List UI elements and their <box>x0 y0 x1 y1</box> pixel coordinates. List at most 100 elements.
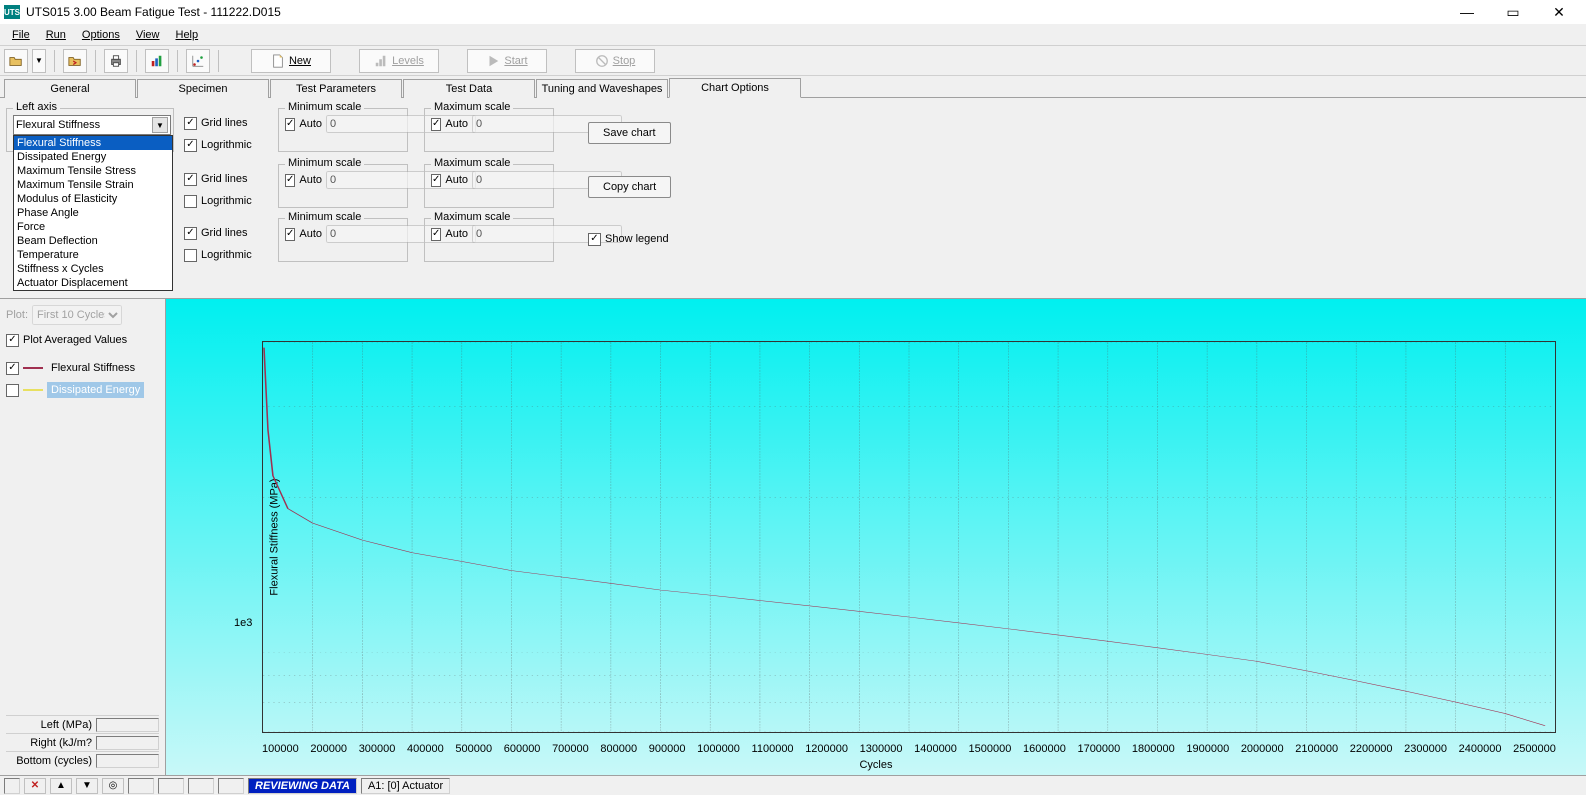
series2-check[interactable] <box>6 384 19 397</box>
max-auto-check-1[interactable]: ✓ <box>431 118 441 131</box>
min-scale-group-2: Minimum scale ✓Auto <box>278 164 408 208</box>
x-tick: 1300000 <box>860 743 903 755</box>
min-auto-check-1[interactable]: ✓ <box>285 118 295 131</box>
status-reviewing: REVIEWING DATA <box>248 778 357 794</box>
tab-general[interactable]: General <box>4 79 136 98</box>
plot-averaged-check[interactable]: ✓ <box>6 334 19 347</box>
tab-specimen[interactable]: Specimen <box>137 79 269 98</box>
x-tick: 2200000 <box>1350 743 1393 755</box>
series1-line-icon <box>23 367 43 369</box>
x-tick: 1000000 <box>697 743 740 755</box>
status-cell-empty5 <box>218 778 244 794</box>
dropdown-arrow-icon: ▼ <box>152 117 168 133</box>
stop-icon <box>595 54 609 68</box>
dropdown-item[interactable]: Actuator Displacement <box>14 276 172 290</box>
left-mpa-value <box>96 718 159 732</box>
dropdown-item[interactable]: Force <box>14 220 172 234</box>
left-axis-legend: Left axis <box>13 101 60 113</box>
show-legend-check[interactable]: ✓ <box>588 233 601 246</box>
menu-help[interactable]: Help <box>168 27 207 43</box>
gridlines-check-2[interactable]: ✓ <box>184 173 197 186</box>
stop-button[interactable]: Stop <box>575 49 655 73</box>
gridlines-check-1[interactable]: ✓ <box>184 117 197 130</box>
dropdown-item[interactable]: Temperature <box>14 248 172 262</box>
plot-averaged-label: Plot Averaged Values <box>23 334 127 346</box>
left-panel: Plot: First 10 Cycles ✓ Plot Averaged Va… <box>0 299 166 775</box>
window-title: UTS015 3.00 Beam Fatigue Test - 111222.D… <box>26 5 1444 19</box>
copy-chart-button[interactable]: Copy chart <box>588 176 671 198</box>
gridlines-check-3[interactable]: ✓ <box>184 227 197 240</box>
dropdown-item[interactable]: Modulus of Elasticity <box>14 192 172 206</box>
series2-label[interactable]: Dissipated Energy <box>47 382 144 398</box>
series1-label[interactable]: Flexural Stiffness <box>47 360 139 376</box>
open-button[interactable] <box>4 49 28 73</box>
status-cell-empty4 <box>188 778 214 794</box>
import-button[interactable] <box>63 49 87 73</box>
dropdown-item[interactable]: Maximum Tensile Strain <box>14 178 172 192</box>
x-tick: 2100000 <box>1295 743 1338 755</box>
tab-test-parameters[interactable]: Test Parameters <box>270 79 402 98</box>
left-axis-dropdown-value: Flexural Stiffness <box>16 119 100 131</box>
menu-options[interactable]: Options <box>74 27 128 43</box>
main-area: Plot: First 10 Cycles ✓ Plot Averaged Va… <box>0 298 1586 775</box>
folder-arrow-icon <box>68 54 82 68</box>
x-tick: 2000000 <box>1241 743 1284 755</box>
menu-file[interactable]: File <box>4 27 38 43</box>
dropdown-item[interactable]: Phase Angle <box>14 206 172 220</box>
logarithmic-check-2[interactable] <box>184 195 197 208</box>
dropdown-item[interactable]: Flexural Stiffness <box>14 136 172 150</box>
logarithmic-check-1[interactable]: ✓ <box>184 139 197 152</box>
close-button[interactable]: ✕ <box>1536 0 1582 24</box>
left-axis-dropdown[interactable]: Flexural Stiffness ▼ Flexural StiffnessD… <box>13 115 171 135</box>
left-axis-group: Left axis Flexural Stiffness ▼ Flexural … <box>6 108 174 152</box>
max-scale-group-3: Maximum scale ✓Auto <box>424 218 554 262</box>
maximize-button[interactable]: ▭ <box>1490 0 1536 24</box>
statusbar: ✕ ▲ ▼ ◎ REVIEWING DATA A1: [0] Actuator <box>0 775 1586 795</box>
menubar: File Run Options View Help <box>0 24 1586 46</box>
dropdown-item[interactable]: Beam Deflection <box>14 234 172 248</box>
menu-run[interactable]: Run <box>38 27 74 43</box>
status-down-icon[interactable]: ▼ <box>76 778 98 794</box>
x-tick: 1500000 <box>969 743 1012 755</box>
series1-check[interactable]: ✓ <box>6 362 19 375</box>
print-button[interactable] <box>104 49 128 73</box>
menu-view[interactable]: View <box>128 27 168 43</box>
chart1-button[interactable] <box>145 49 169 73</box>
dropdown-item[interactable]: Dissipated Energy <box>14 150 172 164</box>
tab-tuning[interactable]: Tuning and Waveshapes <box>536 79 668 98</box>
logarithmic-check-3[interactable] <box>184 249 197 262</box>
status-target-icon[interactable]: ◎ <box>102 778 124 794</box>
x-tick: 1600000 <box>1023 743 1066 755</box>
x-tick: 2500000 <box>1513 743 1556 755</box>
max-auto-check-3[interactable]: ✓ <box>431 228 441 241</box>
x-tick: 600000 <box>504 743 541 755</box>
minimize-button[interactable]: — <box>1444 0 1490 24</box>
min-auto-check-2[interactable]: ✓ <box>285 174 295 187</box>
min-auto-check-3[interactable]: ✓ <box>285 228 295 241</box>
plot-select[interactable]: First 10 Cycles <box>32 305 122 325</box>
x-tick: 700000 <box>552 743 589 755</box>
chart-plot <box>262 341 1556 733</box>
chart-area[interactable]: Flexural Stiffness (MPa) 1e3 10000020000… <box>166 299 1586 775</box>
status-close-icon[interactable]: ✕ <box>24 778 46 794</box>
bottom-cycles-label: Bottom (cycles) <box>6 755 96 767</box>
status-up-icon[interactable]: ▲ <box>50 778 72 794</box>
x-tick: 900000 <box>649 743 686 755</box>
status-cell-empty2 <box>128 778 154 794</box>
right-kj-value <box>96 736 159 750</box>
tab-chart-options[interactable]: Chart Options <box>669 78 801 98</box>
save-chart-button[interactable]: Save chart <box>588 122 671 144</box>
dropdown-item[interactable]: Stiffness x Cycles <box>14 262 172 276</box>
tab-test-data[interactable]: Test Data <box>403 79 535 98</box>
chart2-button[interactable] <box>186 49 210 73</box>
levels-button[interactable]: Levels <box>359 49 439 73</box>
max-scale-group-1: Maximum scale ✓Auto <box>424 108 554 152</box>
new-button[interactable]: New <box>251 49 331 73</box>
x-tick: 1900000 <box>1186 743 1229 755</box>
bottom-cycles-value <box>96 754 159 768</box>
open-dropdown-arrow[interactable]: ▼ <box>32 49 46 73</box>
dropdown-item[interactable]: Maximum Tensile Stress <box>14 164 172 178</box>
max-auto-check-2[interactable]: ✓ <box>431 174 441 187</box>
status-cell-empty1 <box>4 778 20 794</box>
start-button[interactable]: Start <box>467 49 547 73</box>
